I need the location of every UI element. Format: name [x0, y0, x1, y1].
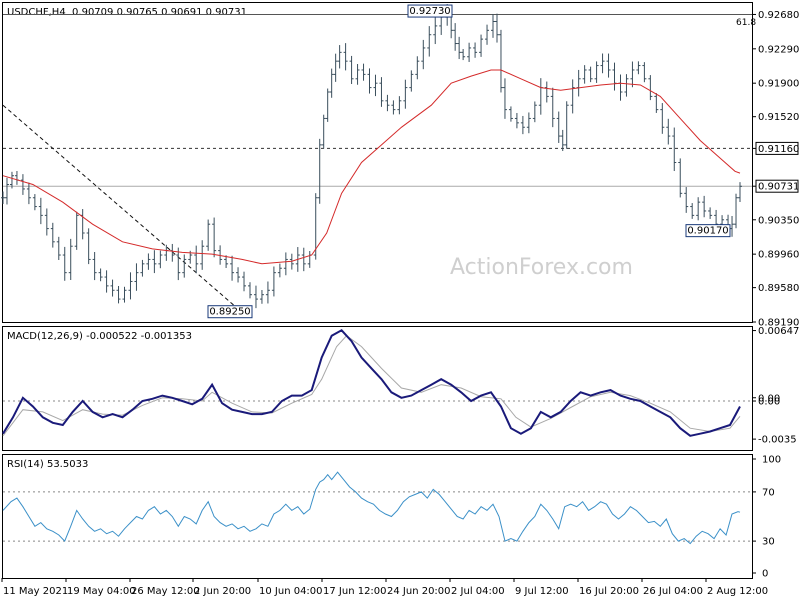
x-tick-label: 26 Jul 04:00 [643, 586, 703, 597]
price-ytick-label: 0.92290 [758, 44, 799, 55]
price-ytick-label: 0.90731 [758, 182, 799, 193]
price-panel-frame [2, 2, 753, 323]
price-ytick-label: 0.92680 [758, 10, 799, 21]
price-annotation-label: 0.92730 [409, 6, 450, 17]
rsi-ytick-label: 100 [762, 455, 781, 466]
x-tick-label: 2 Aug 12:00 [707, 586, 768, 597]
price-panel-header: USDCHF,H4 0.90709 0.90765 0.90691 0.9073… [7, 7, 247, 18]
rsi-panel-frame [2, 454, 753, 579]
rsi-panel-header: RSI(14) 53.5033 [7, 459, 88, 470]
x-tick-label: 26 May 12:00 [131, 586, 200, 597]
rsi-ytick-label: 70 [762, 487, 775, 498]
price-ytick-label: 0.90350 [758, 215, 799, 226]
x-tick-label: 19 May 04:00 [67, 586, 136, 597]
macd-panel-frame [2, 326, 753, 451]
rsi-ytick-label: 30 [762, 537, 775, 548]
price-ytick-label: 0.89580 [758, 283, 799, 294]
price-ytick-label: 0.89960 [758, 250, 799, 261]
price-annotation-label: 0.90170 [687, 226, 728, 237]
x-tick-label: 9 Jul 12:00 [515, 586, 569, 597]
price-ytick-label: 0.91900 [758, 79, 799, 90]
x-tick-label: 24 Jun 20:00 [387, 586, 451, 597]
x-tick-label: 16 Jul 20:00 [579, 586, 639, 597]
macd-ytick-label: 0.00 [758, 397, 780, 408]
x-tick-label: 2 Jul 04:00 [451, 586, 505, 597]
price-ytick-label: 0.91520 [758, 112, 799, 123]
rsi-ytick-label: 0 [762, 569, 768, 580]
macd-ytick-label: -0.0035 [758, 435, 797, 446]
macd-panel-header: MACD(12,26,9) -0.000522 -0.001353 [7, 331, 192, 342]
price-annotation-label: 0.89250 [209, 307, 250, 318]
price-ytick-label: 0.91160 [758, 144, 799, 155]
x-tick-label: 17 Jun 12:00 [323, 586, 387, 597]
x-tick-label: 2 Jun 20:00 [194, 586, 251, 597]
watermark: ActionForex.com [450, 255, 633, 280]
x-tick-label: 11 May 2021 [3, 586, 68, 597]
fib-level-label: 61.8 [736, 18, 756, 28]
x-tick-label: 10 Jun 04:00 [259, 586, 323, 597]
macd-ytick-label: 0.006473 [758, 326, 800, 337]
chart-canvas: ActionForex.com USDCHF,H4 0.90709 0.9076… [1, 2, 800, 597]
